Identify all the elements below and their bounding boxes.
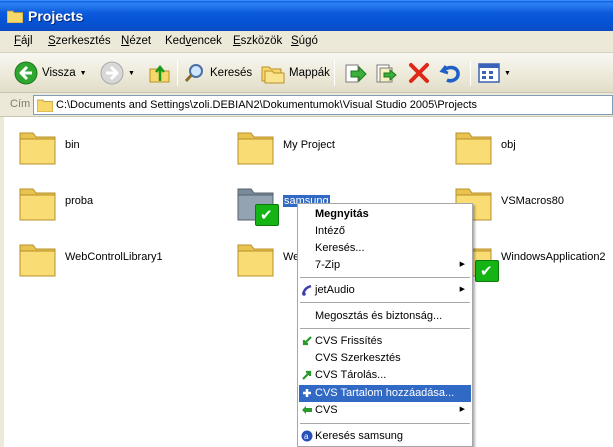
- up-folder-button[interactable]: [148, 59, 172, 87]
- undo-icon: [439, 65, 460, 83]
- folder-item[interactable]: obj: [454, 127, 613, 171]
- cvs-commit-icon: [302, 370, 312, 380]
- folder-item[interactable]: WebControlLibrary1: [18, 239, 218, 283]
- folder-icon: [37, 99, 53, 112]
- menu-cvs[interactable]: CVS ▶: [299, 402, 471, 419]
- forward-dropdown-icon[interactable]: ▼: [128, 70, 135, 77]
- folder-item[interactable]: bin: [18, 127, 218, 171]
- menu-view[interactable]: Nézet: [121, 35, 151, 47]
- views-button[interactable]: ▼: [478, 59, 511, 87]
- menu-bar: Fájl Szerkesztés Nézet Kedvencek Eszközö…: [0, 31, 613, 53]
- move-to-button[interactable]: [343, 59, 367, 87]
- window-title: Projects: [28, 8, 84, 24]
- menu-cvs-edit[interactable]: CVS Szerkesztés: [299, 350, 471, 367]
- address-input[interactable]: C:\Documents and Settings\zoli.DEBIAN2\D…: [33, 95, 613, 115]
- menu-search-samsung[interactable]: a Keresés samsung: [299, 428, 471, 445]
- menu-search[interactable]: Keresés...: [299, 240, 471, 257]
- cvs-add-plus-icon: [303, 389, 311, 397]
- menu-tools[interactable]: Eszközök: [233, 35, 282, 47]
- menu-sharing-security[interactable]: Megosztás és biztonság...: [299, 308, 471, 325]
- menu-open[interactable]: Megnyitás: [299, 206, 471, 223]
- folders-button[interactable]: Mappák: [261, 59, 330, 87]
- delete-button[interactable]: [407, 59, 431, 87]
- folder-icon: [19, 188, 56, 221]
- submenu-arrow-icon: ▶: [459, 406, 465, 413]
- toolbar-separator: [470, 60, 471, 86]
- menu-explore[interactable]: Intéző: [299, 223, 471, 240]
- folder-icon: [19, 244, 56, 277]
- folder-icon: [237, 132, 274, 165]
- back-arrow-icon: [14, 61, 38, 85]
- title-bar[interactable]: Projects: [0, 0, 613, 31]
- menu-cvs-commit[interactable]: CVS Tárolás...: [299, 367, 471, 384]
- views-grid-icon: [478, 63, 500, 83]
- folders-icon: [261, 66, 285, 84]
- delete-x-icon: [409, 63, 429, 83]
- address-path: C:\Documents and Settings\zoli.DEBIAN2\D…: [56, 99, 478, 111]
- context-menu: Megnyitás Intéző Keresés... 7-Zip ▶ jetA…: [297, 203, 473, 447]
- submenu-arrow-icon: ▶: [459, 261, 465, 268]
- folder-icon: [455, 132, 492, 165]
- undo-button[interactable]: [439, 59, 463, 87]
- cvs-status-check-icon: [475, 260, 499, 282]
- folder-item[interactable]: proba: [18, 183, 218, 227]
- menu-7zip[interactable]: 7-Zip ▶: [299, 257, 471, 274]
- cvs-status-check-icon: [255, 204, 279, 226]
- search-button[interactable]: Keresés: [184, 59, 252, 87]
- move-to-icon: [345, 64, 367, 83]
- forward-button[interactable]: ▼: [100, 59, 135, 87]
- menu-file[interactable]: Fájl: [14, 35, 33, 47]
- address-label: Cím: [10, 98, 31, 110]
- jetaudio-icon: [301, 284, 312, 296]
- menu-separator: [300, 423, 470, 424]
- folder-item[interactable]: VSMacros80: [454, 183, 613, 227]
- folder-icon: [237, 244, 274, 277]
- folder-item[interactable]: My Project: [236, 127, 436, 171]
- svg-text:a: a: [304, 432, 309, 441]
- menu-cvs-update[interactable]: CVS Frissítés: [299, 333, 471, 350]
- back-dropdown-icon[interactable]: ▼: [80, 70, 87, 77]
- cvs-icon: [302, 406, 312, 414]
- folder-up-icon: [149, 64, 170, 83]
- views-dropdown-icon[interactable]: ▼: [504, 70, 511, 77]
- menu-jetaudio[interactable]: jetAudio ▶: [299, 282, 471, 299]
- back-button[interactable]: Vissza ▼: [14, 59, 87, 87]
- menu-favorites[interactable]: Kedvencek: [165, 35, 222, 47]
- cvs-update-icon: [302, 336, 312, 346]
- menu-edit[interactable]: Szerkesztés: [48, 35, 111, 47]
- toolbar-separator: [334, 60, 335, 86]
- search-engine-icon: a: [301, 430, 313, 442]
- copy-to-button[interactable]: [374, 59, 398, 87]
- copy-to-icon: [376, 64, 397, 83]
- forward-arrow-icon: [100, 61, 124, 85]
- menu-help[interactable]: Súgó: [291, 35, 318, 47]
- submenu-arrow-icon: ▶: [459, 286, 465, 293]
- toolbar: Vissza ▼ ▼ Keresés Mappák ▼: [0, 53, 613, 93]
- address-bar: Cím C:\Documents and Settings\zoli.DEBIA…: [0, 93, 613, 117]
- folder-icon: [19, 132, 56, 165]
- menu-separator: [300, 277, 470, 278]
- folder-icon: [7, 10, 23, 23]
- search-icon: [184, 64, 203, 83]
- menu-cvs-add[interactable]: CVS Tartalom hozzáadása...: [299, 385, 471, 402]
- toolbar-separator: [177, 60, 178, 86]
- menu-separator: [300, 302, 470, 303]
- menu-separator: [300, 328, 470, 329]
